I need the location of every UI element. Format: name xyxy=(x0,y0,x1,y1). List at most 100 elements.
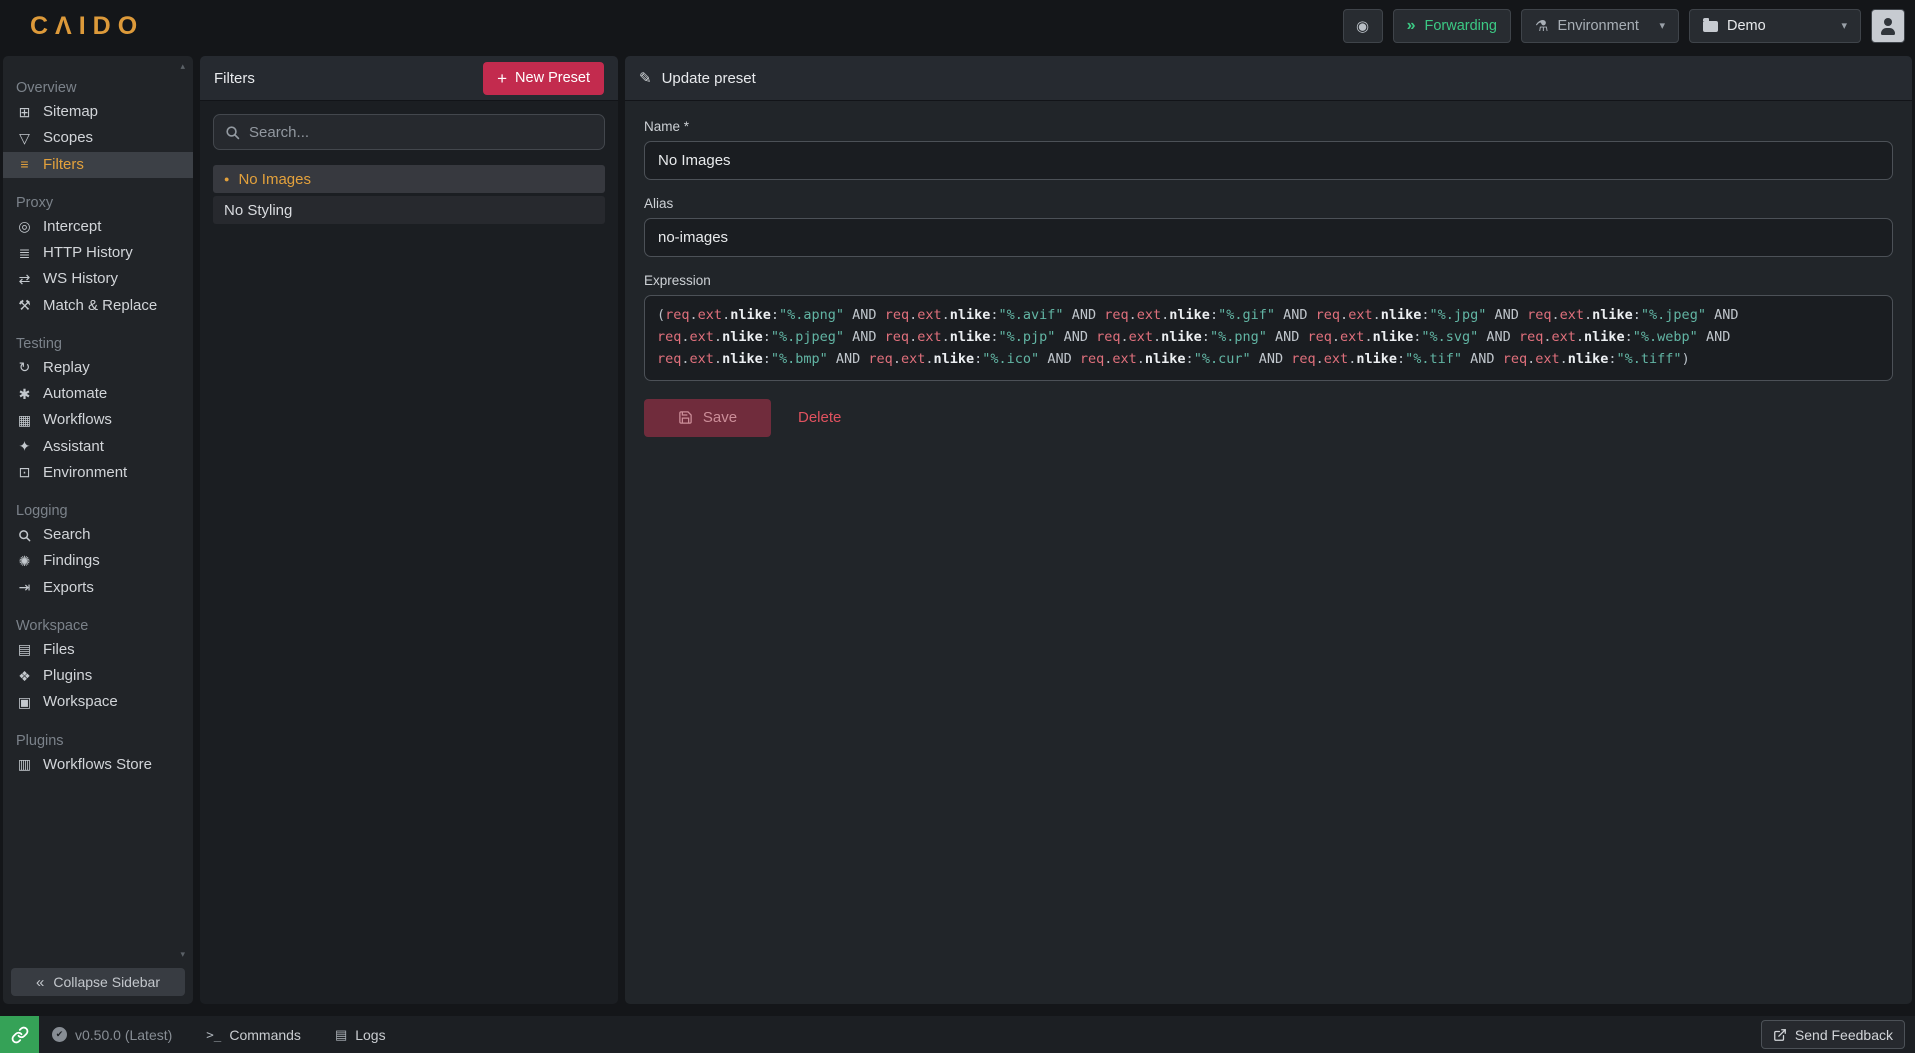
match-replace-icon: ⚒ xyxy=(16,296,33,315)
sidebar: ▴ Overview ⊞ Sitemap ▽ Scopes ≡ Filters … xyxy=(3,56,193,1004)
new-preset-label: New Preset xyxy=(515,70,590,86)
findings-icon: ✺ xyxy=(16,552,33,571)
replay-icon: ↻ xyxy=(16,358,33,377)
project-dropdown[interactable]: Demo ▾ xyxy=(1689,9,1861,43)
sidebar-section-testing: Testing xyxy=(3,332,193,355)
sidebar-item-label: Automate xyxy=(43,384,107,404)
user-menu-button[interactable] xyxy=(1871,9,1905,43)
sidebar-section-proxy: Proxy xyxy=(3,191,193,214)
sidebar-item-label: Intercept xyxy=(43,217,101,237)
sidebar-item-replay[interactable]: ↻ Replay xyxy=(3,355,193,381)
editor-panel-title: Update preset xyxy=(662,70,756,87)
automate-icon: ✱ xyxy=(16,385,33,404)
logs-button[interactable]: ▤ Logs xyxy=(335,1027,386,1043)
sidebar-item-match-replace[interactable]: ⚒ Match & Replace xyxy=(3,293,193,319)
sidebar-item-filters[interactable]: ≡ Filters xyxy=(3,152,193,178)
sidebar-item-scopes[interactable]: ▽ Scopes xyxy=(3,125,193,151)
sidebar-item-plugins[interactable]: ❖ Plugins xyxy=(3,663,193,689)
sidebar-item-workspace[interactable]: ▣ Workspace xyxy=(3,689,193,715)
intercept-icon: ◎ xyxy=(16,217,33,236)
filters-icon: ≡ xyxy=(16,155,33,174)
version-label: v0.50.0 (Latest) xyxy=(75,1027,172,1043)
forwarding-button[interactable]: » Forwarding xyxy=(1393,9,1511,43)
sidebar-item-automate[interactable]: ✱ Automate xyxy=(3,381,193,407)
assistant-icon: ✦ xyxy=(16,437,33,456)
editor-form: Name * Alias Expression (req.ext.nlike:"… xyxy=(625,101,1912,455)
link-icon xyxy=(11,1026,29,1044)
sidebar-item-label: Exports xyxy=(43,578,94,598)
new-preset-button[interactable]: + New Preset xyxy=(483,62,604,95)
instance-status-button[interactable] xyxy=(0,1016,39,1053)
sidebar-item-ws-history[interactable]: ⇄ WS History xyxy=(3,266,193,292)
collapse-sidebar-label: Collapse Sidebar xyxy=(53,974,160,990)
sidebar-item-exports[interactable]: ⇥ Exports xyxy=(3,575,193,601)
caido-logo: CΛIDO xyxy=(30,12,144,41)
forward-chevrons-icon: » xyxy=(1407,18,1416,34)
delete-button[interactable]: Delete xyxy=(798,409,841,426)
sidebar-item-label: Match & Replace xyxy=(43,296,157,316)
send-feedback-button[interactable]: Send Feedback xyxy=(1761,1020,1905,1049)
folder-icon xyxy=(1703,21,1718,32)
commands-label: Commands xyxy=(229,1027,301,1043)
alias-input[interactable] xyxy=(644,218,1893,257)
sidebar-item-sitemap[interactable]: ⊞ Sitemap xyxy=(3,99,193,125)
sidebar-item-assistant[interactable]: ✦ Assistant xyxy=(3,434,193,460)
presets-panel-title: Filters xyxy=(214,70,255,87)
sidebar-item-search[interactable]: Search xyxy=(3,522,193,548)
save-icon xyxy=(678,410,693,425)
sidebar-item-label: Findings xyxy=(43,551,100,571)
collapse-icon: « xyxy=(36,974,44,991)
files-icon: ▤ xyxy=(16,640,33,659)
project-dropdown-label: Demo xyxy=(1727,18,1766,34)
sidebar-item-label: Workspace xyxy=(43,692,118,712)
commands-button[interactable]: >_ Commands xyxy=(206,1027,301,1043)
check-icon: ✔ xyxy=(52,1027,67,1042)
sidebar-item-workflows-store[interactable]: ▥ Workflows Store xyxy=(3,752,193,778)
filter-presets-panel: Filters + New Preset ● No Images No Styl… xyxy=(200,56,618,1004)
logs-icon: ▤ xyxy=(335,1027,347,1043)
sidebar-item-label: Environment xyxy=(43,463,127,483)
environment-dropdown-label: Environment xyxy=(1557,18,1638,34)
record-icon: ◉ xyxy=(1356,19,1369,34)
presets-panel-header: Filters + New Preset xyxy=(200,56,618,101)
sidebar-item-label: Search xyxy=(43,525,91,545)
version-indicator: ✔ v0.50.0 (Latest) xyxy=(52,1027,172,1043)
sidebar-item-files[interactable]: ▤ Files xyxy=(3,637,193,663)
save-label: Save xyxy=(703,409,737,426)
environment-dropdown[interactable]: ⚗ Environment ▾ xyxy=(1521,9,1679,43)
preset-name: No Styling xyxy=(224,202,292,219)
sidebar-section-plugins: Plugins xyxy=(3,729,193,752)
sidebar-section-overview: Overview xyxy=(3,76,193,99)
selected-dot-icon: ● xyxy=(224,175,229,184)
user-avatar-icon xyxy=(1879,18,1897,35)
name-label: Name * xyxy=(644,119,1893,134)
name-input[interactable] xyxy=(644,141,1893,180)
sidebar-section-workspace: Workspace xyxy=(3,614,193,637)
save-button[interactable]: Save xyxy=(644,399,771,437)
sidebar-item-http-history[interactable]: ≣ HTTP History xyxy=(3,240,193,266)
collapse-sidebar-button[interactable]: « Collapse Sidebar xyxy=(11,968,185,996)
sidebar-item-intercept[interactable]: ◎ Intercept xyxy=(3,214,193,240)
workflows-icon: ▦ xyxy=(16,411,33,430)
workflows-store-icon: ▥ xyxy=(16,755,33,774)
alias-label: Alias xyxy=(644,196,1893,211)
preset-row-no-styling[interactable]: No Styling xyxy=(213,196,605,224)
topbar-actions: ◉ » Forwarding ⚗ Environment ▾ Demo ▾ xyxy=(1343,9,1905,43)
expression-editor[interactable]: (req.ext.nlike:"%.apng" AND req.ext.nlik… xyxy=(644,295,1893,381)
sidebar-item-findings[interactable]: ✺ Findings xyxy=(3,548,193,574)
traffic-record-button[interactable]: ◉ xyxy=(1343,9,1383,43)
preset-search-input[interactable] xyxy=(249,124,593,141)
main-area: ▴ Overview ⊞ Sitemap ▽ Scopes ≡ Filters … xyxy=(0,52,1915,1004)
editor-actions: Save Delete xyxy=(644,399,1893,437)
preset-row-no-images[interactable]: ● No Images xyxy=(213,165,605,193)
sidebar-item-label: Plugins xyxy=(43,666,92,686)
sitemap-icon: ⊞ xyxy=(16,103,33,122)
sidebar-item-environment[interactable]: ⊡ Environment xyxy=(3,460,193,486)
preset-list: ● No Images No Styling xyxy=(200,163,618,229)
plus-icon: + xyxy=(497,70,507,87)
sidebar-item-workflows[interactable]: ▦ Workflows xyxy=(3,407,193,433)
scopes-icon: ▽ xyxy=(16,129,33,148)
sidebar-item-label: Filters xyxy=(43,155,84,175)
sidebar-item-label: WS History xyxy=(43,269,118,289)
statusbar: ✔ v0.50.0 (Latest) >_ Commands ▤ Logs Se… xyxy=(0,1016,1915,1053)
